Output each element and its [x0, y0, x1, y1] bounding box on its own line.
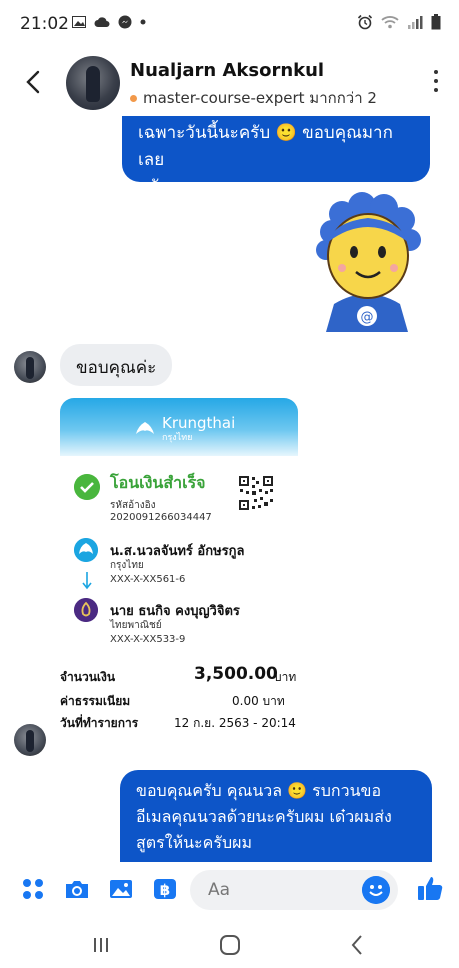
success-check-icon	[74, 474, 100, 500]
contact-subtitle: master-course-expert มากกว่า 2	[130, 86, 377, 110]
message-line: ขอบคุณครับ คุณนวล 🙂 รบกวนขอ	[136, 781, 382, 800]
transfer-slip-image[interactable]: Krungthai กรุงไทย โอนเงินสำเร็จ รหัสอ้างอ…	[60, 398, 298, 750]
slip-brand-thai: กรุงไทย	[162, 433, 193, 443]
baht-pay-icon[interactable]: ฿	[152, 876, 178, 902]
status-left-icons	[72, 15, 146, 29]
transfer-arrow-icon	[82, 572, 92, 590]
contact-avatar[interactable]	[66, 56, 120, 110]
receiver-bank: ไทยพาณิชย์	[110, 620, 162, 631]
android-nav-bar	[0, 920, 459, 968]
fee-value: 0.00 บาท	[232, 694, 285, 708]
slip-brand: Krungthai กรุงไทย	[134, 414, 235, 444]
battery-icon	[431, 14, 441, 30]
activity-dot-icon	[130, 94, 137, 102]
slip-ref-no: 2020091266034447	[110, 512, 212, 523]
contact-avatar-small[interactable]	[14, 351, 46, 383]
message-input[interactable]: Aa	[190, 870, 398, 910]
recent-apps-icon[interactable]	[92, 936, 110, 954]
amount-unit: บาท	[274, 670, 297, 684]
sender-bank: กรุงไทย	[110, 560, 144, 571]
contact-avatar-small[interactable]	[14, 724, 46, 756]
chat-header: Nualjarn Aksornkul master-course-expert …	[0, 48, 459, 118]
image-icon[interactable]	[108, 876, 134, 902]
dot-icon	[140, 19, 146, 25]
krungthai-bank-icon	[74, 538, 98, 562]
signal-icon	[408, 16, 423, 29]
gallery-icon	[72, 16, 86, 28]
message-input-placeholder: Aa	[208, 880, 231, 900]
status-bar: 21:02	[0, 0, 459, 46]
scb-bank-icon	[74, 598, 98, 622]
qr-code-icon	[238, 475, 274, 511]
home-icon[interactable]	[219, 934, 241, 956]
more-options-icon[interactable]	[433, 70, 439, 92]
receiver-account: XXX-X-XX533-9	[110, 634, 186, 645]
contact-subtitle-text: master-course-expert มากกว่า 2	[143, 89, 377, 107]
svg-text:฿: ฿	[160, 881, 170, 899]
messenger-icon	[118, 15, 132, 29]
back-arrow-icon[interactable]	[22, 68, 46, 96]
date-label: วันที่ทำรายการ	[60, 716, 139, 730]
cloud-icon	[94, 16, 110, 27]
status-right-icons	[357, 14, 441, 30]
outgoing-message-top[interactable]: เฉพาะวันนี้นะครับ 🙂 ขอบคุณมากเลย ครับ	[122, 116, 430, 197]
back-icon[interactable]	[350, 934, 364, 956]
wifi-icon	[381, 16, 399, 29]
camera-icon[interactable]	[64, 876, 90, 902]
status-time: 21:02	[20, 14, 69, 34]
amount-label: จำนวนเงิน	[60, 670, 116, 684]
amount-value: 3,500.00	[194, 664, 278, 684]
slip-title: โอนเงินสำเร็จ	[110, 473, 206, 492]
smiley-sticker-icon: @	[316, 192, 421, 332]
krungthai-bird-logo-icon	[136, 422, 154, 434]
svg-text:@: @	[361, 310, 374, 325]
apps-grid-icon[interactable]	[20, 876, 46, 902]
outgoing-message-bottom[interactable]: ขอบคุณครับ คุณนวล 🙂 รบกวนขอ อีเมลคุณนวลด…	[120, 770, 432, 862]
message-line: สูตรให้นะครับผม	[136, 833, 253, 852]
message-line: เฉพาะวันนี้นะครับ 🙂 ขอบคุณมากเลย	[138, 123, 393, 170]
emoji-icon[interactable]	[362, 876, 390, 904]
sender-account: XXX-X-XX561-6	[110, 574, 186, 585]
slip-ref-label: รหัสอ้างอิง	[110, 500, 156, 511]
contact-name[interactable]: Nualjarn Aksornkul	[130, 60, 324, 81]
alarm-icon	[357, 14, 373, 30]
fee-label: ค่าธรรมเนียม	[60, 694, 131, 708]
thumbs-up-icon[interactable]	[416, 874, 444, 902]
incoming-message[interactable]: ขอบคุณค่ะ	[60, 344, 173, 386]
date-value: 12 ก.ย. 2563 - 20:14	[174, 716, 296, 730]
message-line: อีเมลคุณนวลด้วยนะครับผม เด๋วผมส่ง	[136, 807, 392, 826]
